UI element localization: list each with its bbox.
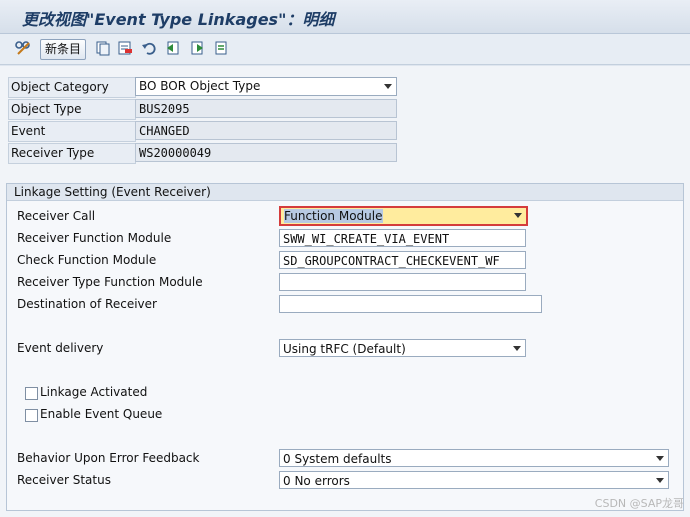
window-title: 更改视图"Event Type Linkages"：明细 bbox=[22, 10, 335, 29]
group-title: Linkage Setting (Event Receiver) bbox=[7, 184, 683, 201]
receiver-status-dropdown[interactable]: 0 No errors bbox=[279, 471, 669, 489]
chevron-down-icon bbox=[656, 478, 664, 483]
linkage-activated-checkbox[interactable] bbox=[25, 387, 38, 400]
application-toolbar: 新条目 bbox=[0, 34, 690, 65]
chevron-down-icon bbox=[513, 346, 521, 351]
receiver-function-module-input[interactable]: SWW_WI_CREATE_VIA_EVENT bbox=[279, 229, 526, 247]
watermark: CSDN @SAP龙哥 bbox=[594, 497, 684, 510]
check-function-module-label: Check Function Module bbox=[17, 253, 157, 267]
event-delivery-value: Using tRFC (Default) bbox=[283, 342, 406, 356]
title-bar: 更改视图"Event Type Linkages"：明细 bbox=[0, 0, 690, 34]
object-type-field[interactable]: BUS2095 bbox=[135, 99, 397, 118]
object-type-label: Object Type bbox=[8, 99, 136, 120]
receiver-call-label: Receiver Call bbox=[17, 209, 96, 223]
other-entry-icon[interactable] bbox=[212, 39, 230, 57]
event-field[interactable]: CHANGED bbox=[135, 121, 397, 140]
receiver-status-value: 0 No errors bbox=[283, 474, 350, 488]
destination-of-receiver-label: Destination of Receiver bbox=[17, 297, 157, 311]
behavior-error-value: 0 System defaults bbox=[283, 452, 392, 466]
receiver-type-function-module-label: Receiver Type Function Module bbox=[17, 275, 203, 289]
linkage-setting-group: Linkage Setting (Event Receiver) Receive… bbox=[6, 183, 684, 511]
receiver-type-function-module-input[interactable] bbox=[279, 273, 526, 291]
copy-as-icon[interactable] bbox=[94, 39, 112, 57]
enable-event-queue-checkbox[interactable] bbox=[25, 409, 38, 422]
linkage-activated-label: Linkage Activated bbox=[40, 385, 148, 399]
chevron-down-icon bbox=[384, 84, 392, 89]
undo-icon[interactable] bbox=[140, 39, 158, 57]
receiver-call-dropdown[interactable]: Function Module bbox=[279, 206, 528, 226]
object-category-value: BO BOR Object Type bbox=[139, 79, 261, 93]
chevron-down-icon bbox=[514, 213, 522, 218]
destination-of-receiver-input[interactable] bbox=[279, 295, 542, 313]
event-delivery-label: Event delivery bbox=[17, 341, 104, 355]
object-category-label: Object Category bbox=[8, 77, 136, 98]
receiver-status-label: Receiver Status bbox=[17, 473, 111, 487]
chevron-down-icon bbox=[656, 456, 664, 461]
display-change-icon[interactable] bbox=[14, 39, 32, 57]
next-entry-icon[interactable] bbox=[188, 39, 206, 57]
receiver-type-field[interactable]: WS20000049 bbox=[135, 143, 397, 162]
new-entries-button[interactable]: 新条目 bbox=[40, 39, 87, 60]
delete-icon[interactable] bbox=[116, 39, 134, 57]
behavior-error-dropdown[interactable]: 0 System defaults bbox=[279, 449, 669, 467]
previous-entry-icon[interactable] bbox=[164, 39, 182, 57]
event-label: Event bbox=[8, 121, 136, 142]
check-function-module-input[interactable]: SD_GROUPCONTRACT_CHECKEVENT_WF bbox=[279, 251, 526, 269]
receiver-type-label: Receiver Type bbox=[8, 143, 136, 164]
event-delivery-dropdown[interactable]: Using tRFC (Default) bbox=[279, 339, 526, 357]
object-category-dropdown[interactable]: BO BOR Object Type bbox=[135, 77, 397, 96]
enable-event-queue-label: Enable Event Queue bbox=[40, 407, 163, 421]
receiver-call-value: Function Module bbox=[284, 209, 383, 223]
receiver-function-module-label: Receiver Function Module bbox=[17, 231, 172, 245]
detail-area: Object Category BO BOR Object Type Objec… bbox=[0, 66, 690, 517]
behavior-error-label: Behavior Upon Error Feedback bbox=[17, 451, 200, 465]
